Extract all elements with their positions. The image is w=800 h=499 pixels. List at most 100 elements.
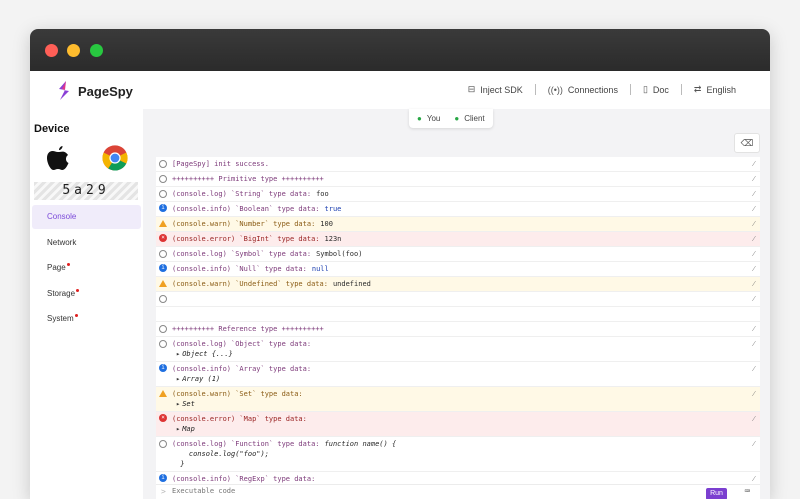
pagespy-logo-icon [59, 81, 69, 100]
warn-level-icon [159, 280, 167, 287]
source-link-icon[interactable]: ⁄ [752, 364, 756, 374]
console-message: (console.warn) `Number` type data: [172, 220, 316, 228]
sidebar-item-label: System [47, 314, 74, 323]
update-dot [76, 288, 80, 292]
source-link-icon[interactable]: ⁄ [752, 414, 756, 424]
keyboard-icon[interactable]: ⌨ [745, 487, 750, 497]
console-spacer [156, 307, 760, 322]
source-link-icon[interactable]: ⁄ [752, 189, 756, 199]
console-value: Symbol(foo) [316, 250, 363, 258]
nav-divider [629, 84, 631, 95]
info-level-icon: i [159, 474, 167, 482]
console-message: (console.info) `Null` type data: [172, 265, 307, 273]
minimize-window-button[interactable] [67, 44, 80, 57]
error-level-icon: × [159, 234, 167, 242]
nav-inject-sdk[interactable]: ⊟ Inject SDK [468, 84, 523, 95]
sidebar-item-storage[interactable]: Storage [32, 282, 141, 306]
console-row: i (console.info) `Null` type data: null ⁄ [156, 262, 760, 277]
code-input[interactable] [172, 487, 472, 495]
expandable-value[interactable]: Object {...} [172, 349, 740, 359]
source-link-icon[interactable]: ⁄ [752, 219, 756, 229]
expandable-value[interactable]: Map [172, 424, 740, 434]
source-link-icon[interactable]: ⁄ [752, 279, 756, 289]
info-level-icon: i [159, 204, 167, 212]
source-link-icon[interactable]: ⁄ [752, 249, 756, 259]
log-level-icon [159, 190, 167, 198]
code-input-bar: > Run ⌨ [156, 484, 760, 499]
clear-icon: ⌫ [740, 138, 754, 148]
console-message: (console.log) `Function` type data: [172, 440, 320, 448]
run-button[interactable]: Run [706, 488, 727, 499]
participant-client-label: Client [464, 114, 485, 123]
sidebar-item-console[interactable]: Console [32, 205, 141, 229]
log-level-icon [159, 160, 167, 168]
source-link-icon[interactable]: ⁄ [752, 174, 756, 184]
document-icon: ▯ [642, 84, 648, 94]
console-message: [PageSpy] init success. [172, 160, 269, 168]
source-link-icon[interactable]: ⁄ [752, 204, 756, 214]
device-id: 5a29 [34, 182, 138, 200]
warn-level-icon [159, 220, 167, 227]
source-link-icon[interactable]: ⁄ [752, 474, 756, 484]
source-link-icon[interactable]: ⁄ [752, 324, 756, 334]
console-row: (console.warn) `Set` type data:Set ⁄ [156, 387, 760, 412]
log-level-icon [159, 440, 167, 448]
log-level-icon [159, 340, 167, 348]
source-link-icon[interactable]: ⁄ [752, 439, 756, 449]
console-value: function name() { [324, 440, 397, 448]
console-message: (console.warn) `Set` type data: [172, 390, 303, 398]
error-level-icon: × [159, 414, 167, 422]
sidebar-menu: Console Network Page Storage System [30, 205, 143, 333]
app-body: Device 5a29 Console Network Page Storage… [30, 109, 770, 499]
nav-divider [680, 84, 682, 95]
nav-connections[interactable]: ((•)) Connections [548, 85, 618, 95]
user-icon: ● [417, 114, 422, 123]
clear-console-button[interactable]: ⌫ [734, 133, 760, 153]
maximize-window-button[interactable] [90, 44, 103, 57]
console-message: (console.log) `Symbol` type data: [172, 250, 312, 258]
app-header: PageSpy ⊟ Inject SDK ((•)) Connections ▯… [30, 71, 770, 110]
source-link-icon[interactable]: ⁄ [752, 264, 756, 274]
expandable-value[interactable]: Set [172, 399, 740, 409]
sidebar-item-label: Network [47, 237, 77, 247]
source-link-icon[interactable]: ⁄ [752, 389, 756, 399]
participant-you[interactable]: ● You [417, 114, 440, 123]
expandable-value[interactable]: Array (1) [172, 374, 740, 384]
sidebar-item-page[interactable]: Page [32, 256, 141, 280]
brand-logo[interactable]: PageSpy [56, 80, 133, 102]
console-value: foo [316, 190, 329, 198]
info-level-icon: i [159, 264, 167, 272]
nav-language[interactable]: ⇄ English [694, 84, 736, 95]
sidebar-item-label: Console [47, 212, 77, 221]
source-link-icon[interactable]: ⁄ [752, 234, 756, 244]
participant-client[interactable]: ● Client [454, 114, 484, 123]
log-level-icon [159, 295, 167, 303]
log-level-icon [159, 250, 167, 258]
nav-language-label: English [706, 84, 736, 95]
console-row: ++++++++++ Primitive type ++++++++++ ⁄ [156, 172, 760, 187]
participants-bar: ● You ● Client [409, 109, 493, 128]
console-row: (console.log) `String` type data: foo ⁄ [156, 187, 760, 202]
nav-doc[interactable]: ▯ Doc [643, 84, 669, 95]
console-row: (console.log) `Function` type data: funct… [156, 437, 760, 472]
source-link-icon[interactable]: ⁄ [752, 294, 756, 304]
source-link-icon[interactable]: ⁄ [752, 339, 756, 349]
chrome-icon [102, 145, 128, 171]
console-row: [PageSpy] init success. ⁄ [156, 157, 760, 172]
console-value: 123n [324, 235, 342, 243]
close-window-button[interactable] [45, 44, 58, 57]
sidebar-item-label: Storage [47, 288, 76, 298]
function-body: console.log("foo"); } [180, 450, 269, 468]
console-row: (console.log) `Object` type data:Object … [156, 337, 760, 362]
sidebar: Device 5a29 Console Network Page Storage… [30, 109, 143, 499]
source-link-icon[interactable]: ⁄ [752, 159, 756, 169]
info-level-icon: i [159, 364, 167, 372]
sdk-icon: ⊟ [467, 84, 476, 94]
nav-inject-label: Inject SDK [480, 84, 523, 95]
user-icon: ● [454, 114, 460, 123]
window-titlebar [30, 29, 770, 71]
sidebar-item-system[interactable]: System [32, 307, 141, 331]
console-value: undefined [332, 280, 371, 288]
log-level-icon [159, 175, 167, 183]
sidebar-item-network[interactable]: Network [32, 231, 141, 255]
